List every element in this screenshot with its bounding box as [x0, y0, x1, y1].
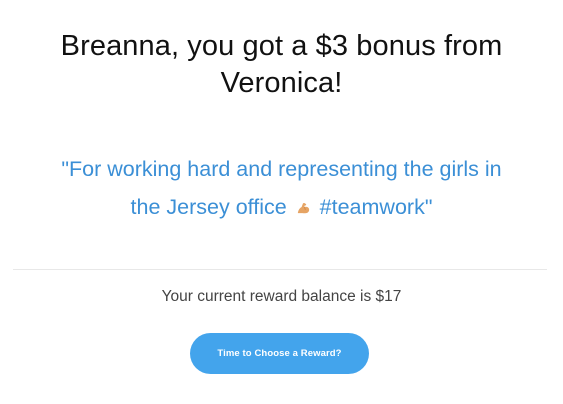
reward-balance-text: Your current reward balance is $17 — [161, 288, 402, 305]
message-line-2: the Jersey office #teamwork" — [0, 188, 563, 226]
flexed-biceps-icon — [297, 202, 309, 214]
headline-line-2: Veronica! — [220, 67, 343, 99]
message-line-2-prefix: the Jersey office — [130, 195, 287, 219]
message-line-1: "For working hard and representing the g… — [61, 157, 502, 181]
message-line-2-suffix: #teamwork" — [319, 195, 433, 219]
bonus-message: "For working hard and representing the g… — [0, 150, 563, 226]
section-divider — [13, 269, 547, 270]
headline-line-1: Breanna, you got a $3 bonus from — [60, 30, 503, 62]
choose-reward-button[interactable]: Time to Choose a Reward? — [190, 333, 369, 374]
bonus-email-body: Breanna, you got a $3 bonus from Veronic… — [0, 0, 563, 404]
bonus-headline: Breanna, you got a $3 bonus from Veronic… — [0, 28, 563, 102]
